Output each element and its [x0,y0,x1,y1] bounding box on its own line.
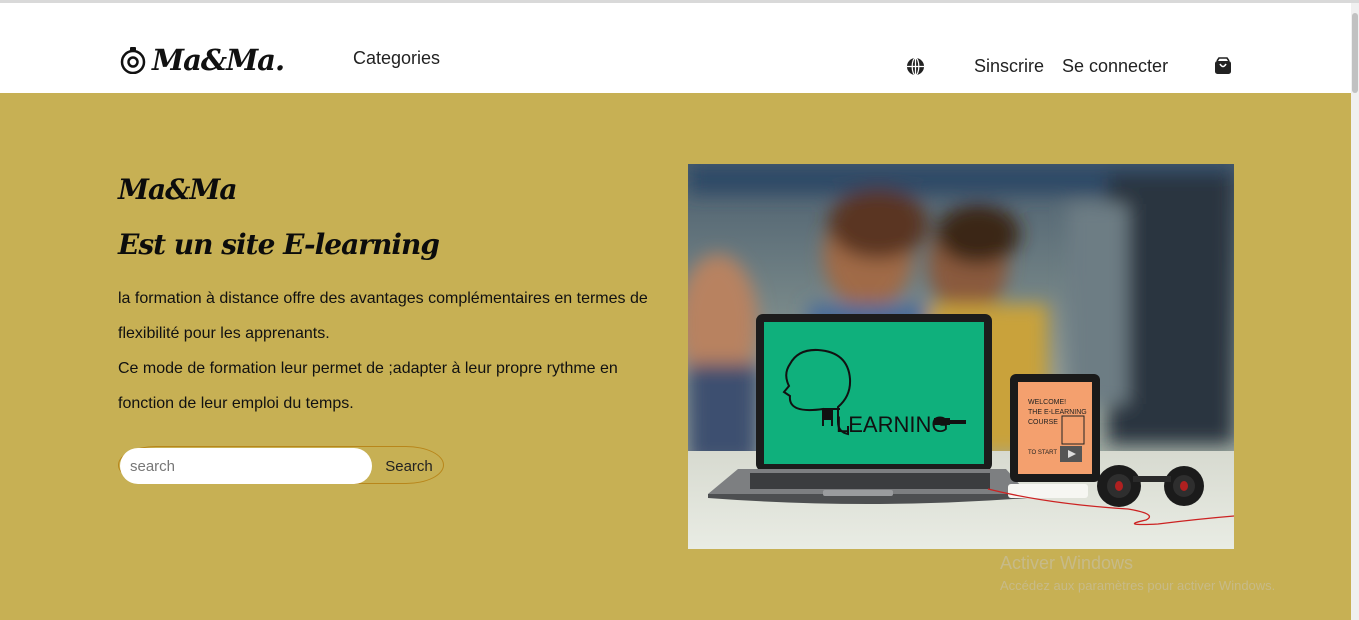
page-scrollbar[interactable] [1351,3,1359,620]
camera-logo-icon [120,47,146,74]
hero-description-line-1: la formation à distance offre des avanta… [118,290,648,342]
search-button[interactable]: Search [375,448,443,484]
site-header: Ma&Ma. Categories Sinscrire Se connecter [0,3,1351,93]
search-form: Search [118,446,444,484]
windows-activation-title: Activer Windows [1000,553,1134,573]
nav-categories-link[interactable]: Categories [353,48,440,69]
elearning-illustration: LEARNING WELCOME! THE E-LEARNING COURSE … [688,164,1234,549]
site-logo[interactable]: Ma&Ma. [120,43,285,77]
signin-link[interactable]: Se connecter [1062,56,1168,77]
tablet-text-2: THE E-LEARNING [1028,409,1087,416]
globe-icon[interactable] [906,57,925,76]
logo-text: Ma&Ma. [152,43,285,77]
windows-activation-subtitle: Accédez aux paramètres pour activer Wind… [1000,578,1276,593]
screen-learning-text: LEARNING [836,412,948,437]
hero-description: la formation à distance offre des avanta… [118,281,668,421]
scrollbar-thumb[interactable] [1352,13,1358,93]
hero-description-line-2: Ce mode de formation leur permet de ;ada… [118,360,618,412]
tablet-text-1: WELCOME! [1028,399,1066,406]
search-input[interactable] [120,448,372,484]
shopping-bag-icon[interactable] [1214,57,1232,75]
signup-link[interactable]: Sinscrire [974,56,1044,77]
hero-brand-title: Ma&Ma [118,173,238,206]
hero-section: Ma&Ma Est un site E-learning la formatio… [0,93,1351,620]
hero-elearning-image: LEARNING WELCOME! THE E-LEARNING COURSE … [688,164,1234,549]
tablet-text-4: TO START [1028,450,1057,456]
hero-subtitle: Est un site E-learning [118,228,440,261]
tablet-text-3: COURSE [1028,419,1058,426]
